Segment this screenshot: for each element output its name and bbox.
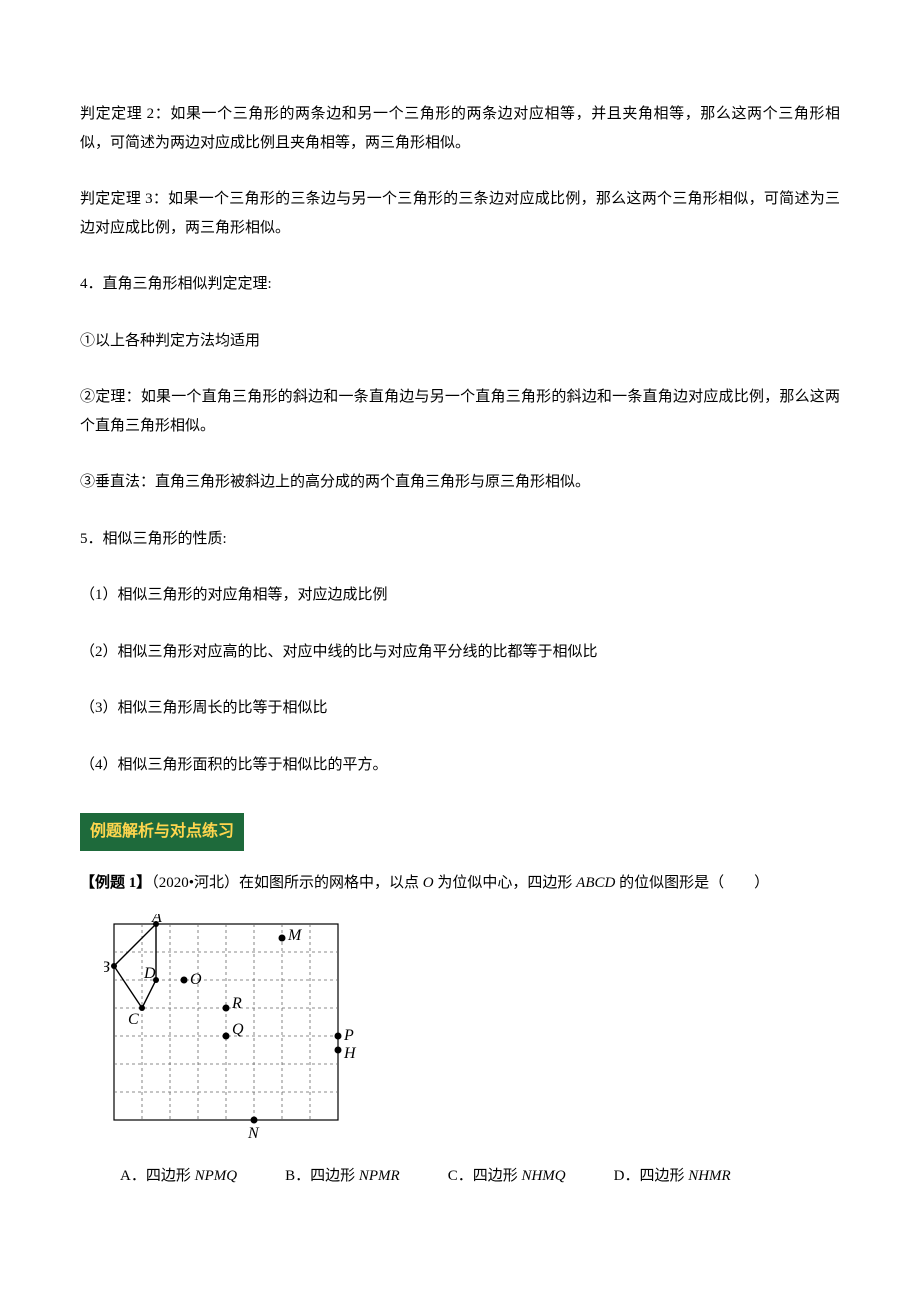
figure-label-m: M bbox=[287, 927, 303, 944]
figure-label-r: R bbox=[231, 995, 242, 1012]
answer-options: A．四边形 NPMQ B．四边形 NPMR C．四边形 NHMQ D．四边形 N… bbox=[120, 1162, 840, 1191]
section-banner: 例题解析与对点练习 bbox=[80, 813, 244, 851]
example-1-stem: 【例题 1】（2020•河北）在如图所示的网格中，以点 O 为位似中心，四边形 … bbox=[80, 869, 840, 898]
option-b: B．四边形 NPMR bbox=[285, 1162, 400, 1191]
example-point-o: O bbox=[423, 875, 434, 891]
option-a: A．四边形 NPMQ bbox=[120, 1162, 237, 1191]
paragraph-method-1: ①以上各种判定方法均适用 bbox=[80, 327, 840, 356]
paragraph-property-1: （1）相似三角形的对应角相等，对应边成比例 bbox=[80, 581, 840, 610]
figure-label-c: C bbox=[128, 1011, 139, 1028]
example-text-before: 在如图所示的网格中，以点 bbox=[239, 875, 423, 891]
paragraph-theorem-2: 判定定理 2：如果一个三角形的两条边和另一个三角形的两条边对应相等，并且夹角相等… bbox=[80, 100, 840, 157]
grid-figure: A B C D O M R Q P H N bbox=[104, 914, 840, 1144]
example-text-after: 的位似图形是（ ） bbox=[615, 875, 769, 891]
paragraph-properties-heading: 5．相似三角形的性质: bbox=[80, 525, 840, 554]
paragraph-property-4: （4）相似三角形面积的比等于相似比的平方。 bbox=[80, 751, 840, 780]
paragraph-property-3: （3）相似三角形周长的比等于相似比 bbox=[80, 694, 840, 723]
figure-label-d: D bbox=[143, 965, 156, 982]
figure-label-q: Q bbox=[232, 1021, 244, 1038]
grid-svg: A B C D O M R Q P H N bbox=[104, 914, 384, 1144]
figure-label-n: N bbox=[247, 1125, 260, 1142]
figure-label-a: A bbox=[151, 914, 162, 926]
example-label: 【例题 1】 bbox=[80, 875, 151, 891]
paragraph-right-triangle-heading: 4．直角三角形相似判定定理: bbox=[80, 270, 840, 299]
option-c: C．四边形 NHMQ bbox=[448, 1162, 566, 1191]
paragraph-method-2: ②定理：如果一个直角三角形的斜边和一条直角边与另一个直角三角形的斜边和一条直角边… bbox=[80, 383, 840, 440]
figure-label-b: B bbox=[104, 959, 110, 976]
paragraph-property-2: （2）相似三角形对应高的比、对应中线的比与对应角平分线的比都等于相似比 bbox=[80, 638, 840, 667]
figure-label-p: P bbox=[343, 1027, 354, 1044]
paragraph-method-3: ③垂直法：直角三角形被斜边上的高分成的两个直角三角形与原三角形相似。 bbox=[80, 468, 840, 497]
paragraph-theorem-3: 判定定理 3：如果一个三角形的三条边与另一个三角形的三条边对应成比例，那么这两个… bbox=[80, 185, 840, 242]
option-d: D．四边形 NHMR bbox=[614, 1162, 731, 1191]
document-page: 判定定理 2：如果一个三角形的两条边和另一个三角形的两条边对应相等，并且夹角相等… bbox=[0, 0, 920, 1270]
figure-label-h: H bbox=[343, 1045, 357, 1062]
example-quad-abcd: ABCD bbox=[576, 875, 615, 891]
figure-label-o: O bbox=[190, 971, 202, 988]
example-text-mid: 为位似中心，四边形 bbox=[434, 875, 577, 891]
example-source: （2020•河北） bbox=[151, 875, 239, 891]
